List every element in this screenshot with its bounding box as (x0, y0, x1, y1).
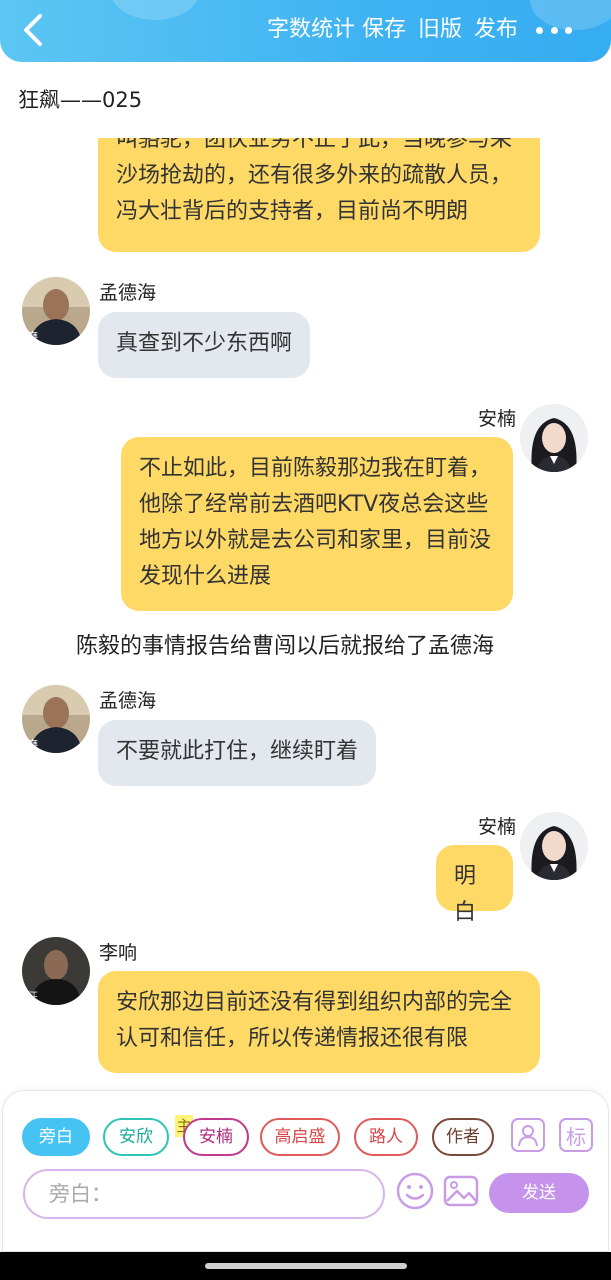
message-line: 不止如此，目前陈毅那边我在盯着， (139, 456, 492, 481)
send-button[interactable]: 发送 (489, 1173, 589, 1213)
message-line: 沙场抢劫的，还有很多外来的疏散人员， (116, 163, 513, 188)
system-nav-bar (0, 1252, 611, 1280)
role-chip-gaoqisheng[interactable]: 高启盛 (260, 1118, 340, 1156)
sender-name: 孟德海 (99, 282, 157, 304)
message-line: 认可和信任，所以传递情报还很有限 (116, 1026, 469, 1051)
narration-text[interactable]: 陈毅的事情报告给曹闯以后就报给了孟德海 (0, 628, 570, 660)
avatar[interactable] (520, 812, 588, 880)
message-bubble[interactable]: 不要就此打住，继续盯着 (98, 720, 377, 786)
sender-name: 孟德海 (99, 690, 157, 712)
svg-text:磨: 磨 (26, 738, 38, 752)
message-line: 地方以外就是去公司和家里，目前没 (139, 528, 492, 553)
composer-panel: 旁白 安欣 主 安楠 高启盛 路人 作者 标 旁白： 发送 (2, 1090, 609, 1252)
message-line: 明白 (454, 864, 477, 925)
role-chip-anxin[interactable]: 安欣 (103, 1118, 169, 1156)
sender-name: 李响 (99, 942, 138, 964)
message-bubble[interactable]: 不止如此，目前陈毅那边我在盯着， 他除了经常前去酒吧KTV夜总会这些 地方以外就… (121, 437, 513, 611)
avatar[interactable]: 磨 (22, 277, 90, 345)
role-chip-passerby[interactable]: 路人 (354, 1118, 418, 1156)
role-chip-narrator[interactable]: 旁白 (22, 1118, 90, 1156)
header-decoration (110, 0, 200, 20)
save-button[interactable]: 保存 (362, 14, 406, 46)
chat-area[interactable]: 叫骆驼，团伙业务不止于此，当晚参与采 沙场抢劫的，还有很多外来的疏散人员， 冯大… (0, 138, 611, 1090)
chevron-left-icon[interactable] (18, 12, 48, 48)
role-chip-author[interactable]: 作者 (432, 1118, 494, 1156)
top-bar: 字数统计 保存 旧版 发布 (0, 0, 611, 62)
old-version-button[interactable]: 旧版 (418, 14, 462, 46)
message-line: 不要就此打住，继续盯着 (116, 739, 359, 764)
message-line: 冯大壮背后的支持者，目前尚不明朗 (116, 199, 469, 224)
tag-button[interactable]: 标 (559, 1118, 593, 1152)
role-chip-annan[interactable]: 安楠 (183, 1118, 249, 1156)
message-line: 真查到不少东西啊 (116, 331, 293, 356)
message-bubble[interactable]: 安欣那边目前还没有得到组织内部的完全 认可和信任，所以传递情报还很有限 (98, 971, 540, 1073)
message-bubble[interactable]: 真查到不少东西啊 (98, 312, 311, 378)
message-line: 安欣那边目前还没有得到组织内部的完全 (116, 990, 513, 1015)
message-line: 叫骆驼，团伙业务不止于此，当晚参与采 (116, 138, 513, 152)
sender-name: 安楠 (478, 816, 517, 838)
image-icon[interactable] (441, 1171, 481, 1211)
avatar[interactable]: 磨 (22, 685, 90, 753)
avatar[interactable] (520, 404, 588, 472)
word-count-button[interactable]: 字数统计 (267, 14, 355, 46)
user-card-icon[interactable] (511, 1118, 545, 1152)
message-bubble[interactable]: 叫骆驼，团伙业务不止于此，当晚参与采 沙场抢劫的，还有很多外来的疏散人员， 冯大… (98, 138, 540, 252)
story-title: 狂飙——025 (18, 88, 143, 112)
message-input[interactable]: 旁白： (23, 1169, 385, 1219)
more-horizontal-icon[interactable] (536, 17, 572, 43)
home-indicator[interactable] (205, 1263, 407, 1269)
avatar[interactable]: 狂 (22, 937, 90, 1005)
svg-text:磨: 磨 (26, 330, 38, 344)
message-bubble[interactable]: 明白 (436, 845, 513, 925)
sender-name: 安楠 (478, 408, 517, 430)
svg-text:狂: 狂 (26, 990, 38, 1004)
message-line: 发现什么进展 (139, 564, 272, 589)
message-line: 他除了经常前去酒吧KTV夜总会这些 (139, 492, 489, 517)
publish-button[interactable]: 发布 (474, 14, 518, 46)
smile-icon[interactable] (395, 1171, 435, 1211)
